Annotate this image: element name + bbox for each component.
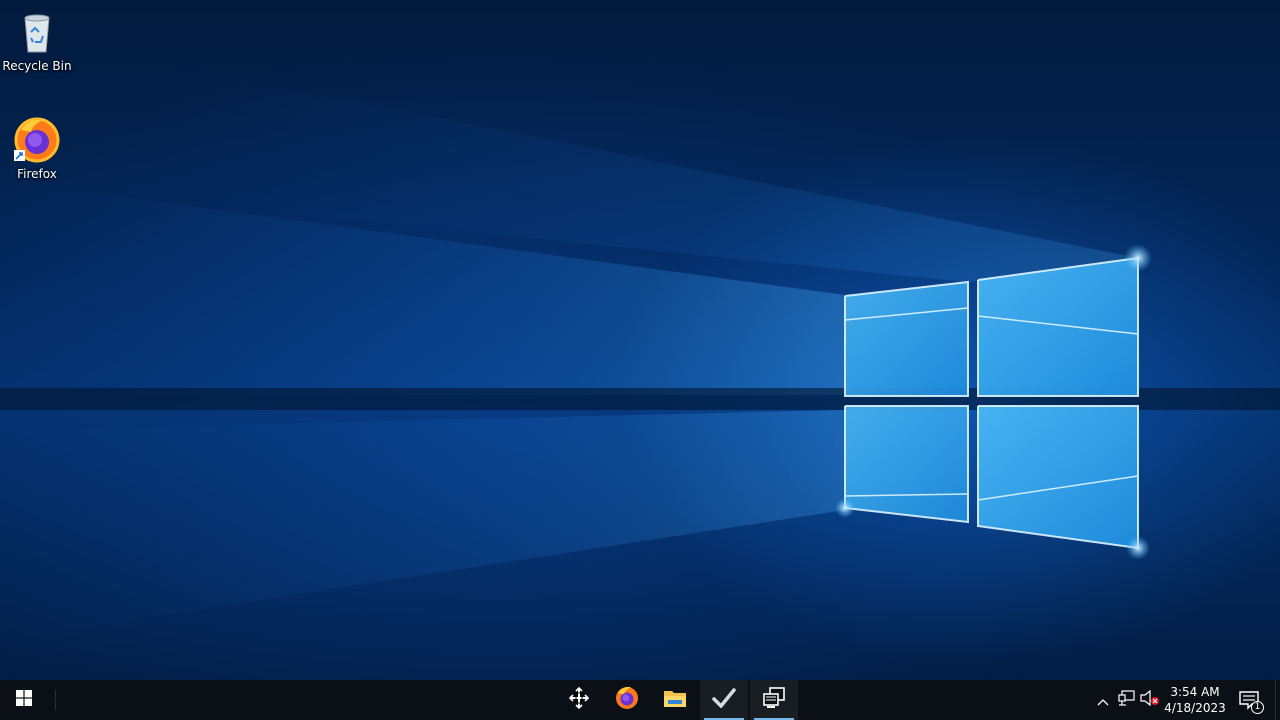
show-hidden-icons-button[interactable]	[1092, 680, 1114, 720]
firefox-icon	[13, 116, 61, 164]
desktop-icon-firefox[interactable]: Firefox	[0, 116, 74, 181]
taskbar-app-move-tool[interactable]	[555, 680, 603, 720]
taskbar: 3:54 AM 4/18/2023 1	[0, 680, 1280, 720]
recycle-bin-label: Recycle Bin	[2, 59, 72, 73]
taskbar-divider	[55, 690, 56, 710]
clock-time: 3:54 AM	[1170, 685, 1220, 699]
desktop-wallpaper	[0, 0, 1280, 680]
notification-count-badge: 1	[1251, 701, 1264, 714]
windows-logo-icon	[16, 690, 32, 710]
network-icon	[1118, 690, 1136, 710]
checkmark-app-icon	[712, 688, 736, 712]
taskbar-app-remote-desktop[interactable]	[750, 680, 798, 720]
file-explorer-icon	[663, 688, 687, 712]
firefox-label: Firefox	[17, 167, 57, 181]
clock-date: 4/18/2023	[1164, 701, 1226, 715]
network-button[interactable]	[1116, 680, 1138, 720]
clock[interactable]: 3:54 AM 4/18/2023	[1162, 682, 1228, 718]
chevron-up-icon	[1097, 691, 1109, 710]
taskbar-app-checkmark[interactable]	[700, 680, 748, 720]
recycle-bin-icon	[13, 8, 61, 56]
action-center-button[interactable]: 1	[1230, 680, 1270, 720]
taskbar-app-firefox[interactable]	[603, 680, 651, 720]
desktop-icon-recycle-bin[interactable]: Recycle Bin	[0, 8, 74, 73]
move-cursor-icon	[568, 686, 590, 713]
notification-icon: 1	[1230, 680, 1270, 720]
volume-button[interactable]	[1139, 680, 1161, 720]
taskbar-app-file-explorer[interactable]	[651, 680, 699, 720]
volume-muted-icon	[1140, 689, 1160, 710]
start-button[interactable]	[0, 680, 48, 720]
show-desktop-button[interactable]	[1275, 680, 1280, 720]
remote-desktop-icon	[762, 687, 786, 713]
firefox-icon	[615, 686, 639, 714]
